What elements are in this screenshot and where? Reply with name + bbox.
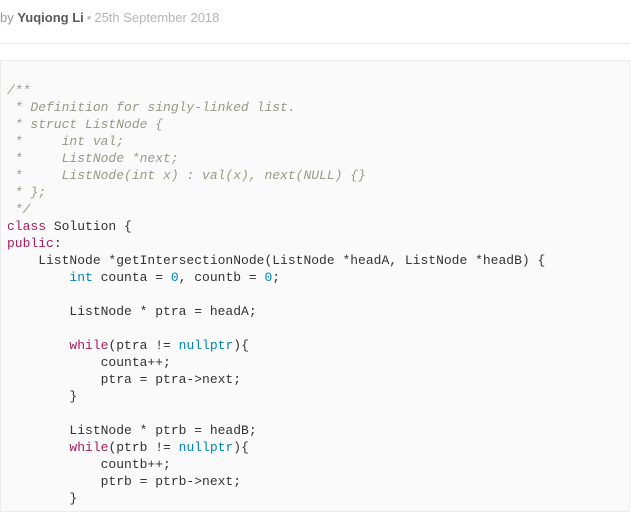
byline: by Yuqiong Li •25th September 2018: [0, 0, 630, 44]
code-text: ListNode * ptrb = headB;: [7, 423, 257, 438]
code-text: ;: [272, 270, 280, 285]
code-text: }: [7, 491, 77, 506]
code-keyword: while: [69, 338, 108, 353]
code-text: :: [54, 236, 62, 251]
code-comment: * struct ListNode {: [7, 117, 163, 132]
code-text: , countb =: [179, 270, 265, 285]
code-text: [7, 440, 69, 455]
code-text: ptrb = ptrb->next;: [7, 474, 241, 489]
code-comment: * ListNode(int x) : val(x), next(NULL) {…: [7, 168, 366, 183]
code-text: (ptrb !=: [108, 440, 178, 455]
code-type: int: [69, 270, 92, 285]
code-comment: */: [7, 202, 30, 217]
code-keyword: public: [7, 236, 54, 251]
byline-separator: •: [87, 10, 92, 25]
code-comment: * int val;: [7, 134, 124, 149]
code-text: [7, 270, 69, 285]
code-block: /** * Definition for singly-linked list.…: [0, 60, 630, 512]
code-text: (ptra !=: [108, 338, 178, 353]
code-comment: * };: [7, 185, 46, 200]
code-keyword: while: [69, 440, 108, 455]
code-literal: nullptr: [179, 440, 234, 455]
code-literal: nullptr: [179, 338, 234, 353]
code-text: ListNode *getIntersectionNode(ListNode *…: [7, 253, 545, 268]
code-text: [7, 338, 69, 353]
code-text: ptra = ptra->next;: [7, 372, 241, 387]
publish-date: 25th September 2018: [94, 10, 219, 25]
author-link[interactable]: Yuqiong Li: [17, 10, 83, 25]
code-text: counta++;: [7, 355, 171, 370]
code-keyword: class: [7, 219, 46, 234]
code-text: Solution {: [46, 219, 132, 234]
code-number: 0: [171, 270, 179, 285]
code-text: ){: [233, 440, 249, 455]
code-text: counta =: [93, 270, 171, 285]
code-text: ListNode * ptra = headA;: [7, 304, 257, 319]
code-comment: /**: [7, 83, 30, 98]
code-text: }: [7, 389, 77, 404]
by-label: by: [0, 10, 17, 25]
code-comment: * Definition for singly-linked list.: [7, 100, 296, 115]
code-text: ){: [233, 338, 249, 353]
code-comment: * ListNode *next;: [7, 151, 179, 166]
code-text: countb++;: [7, 457, 171, 472]
